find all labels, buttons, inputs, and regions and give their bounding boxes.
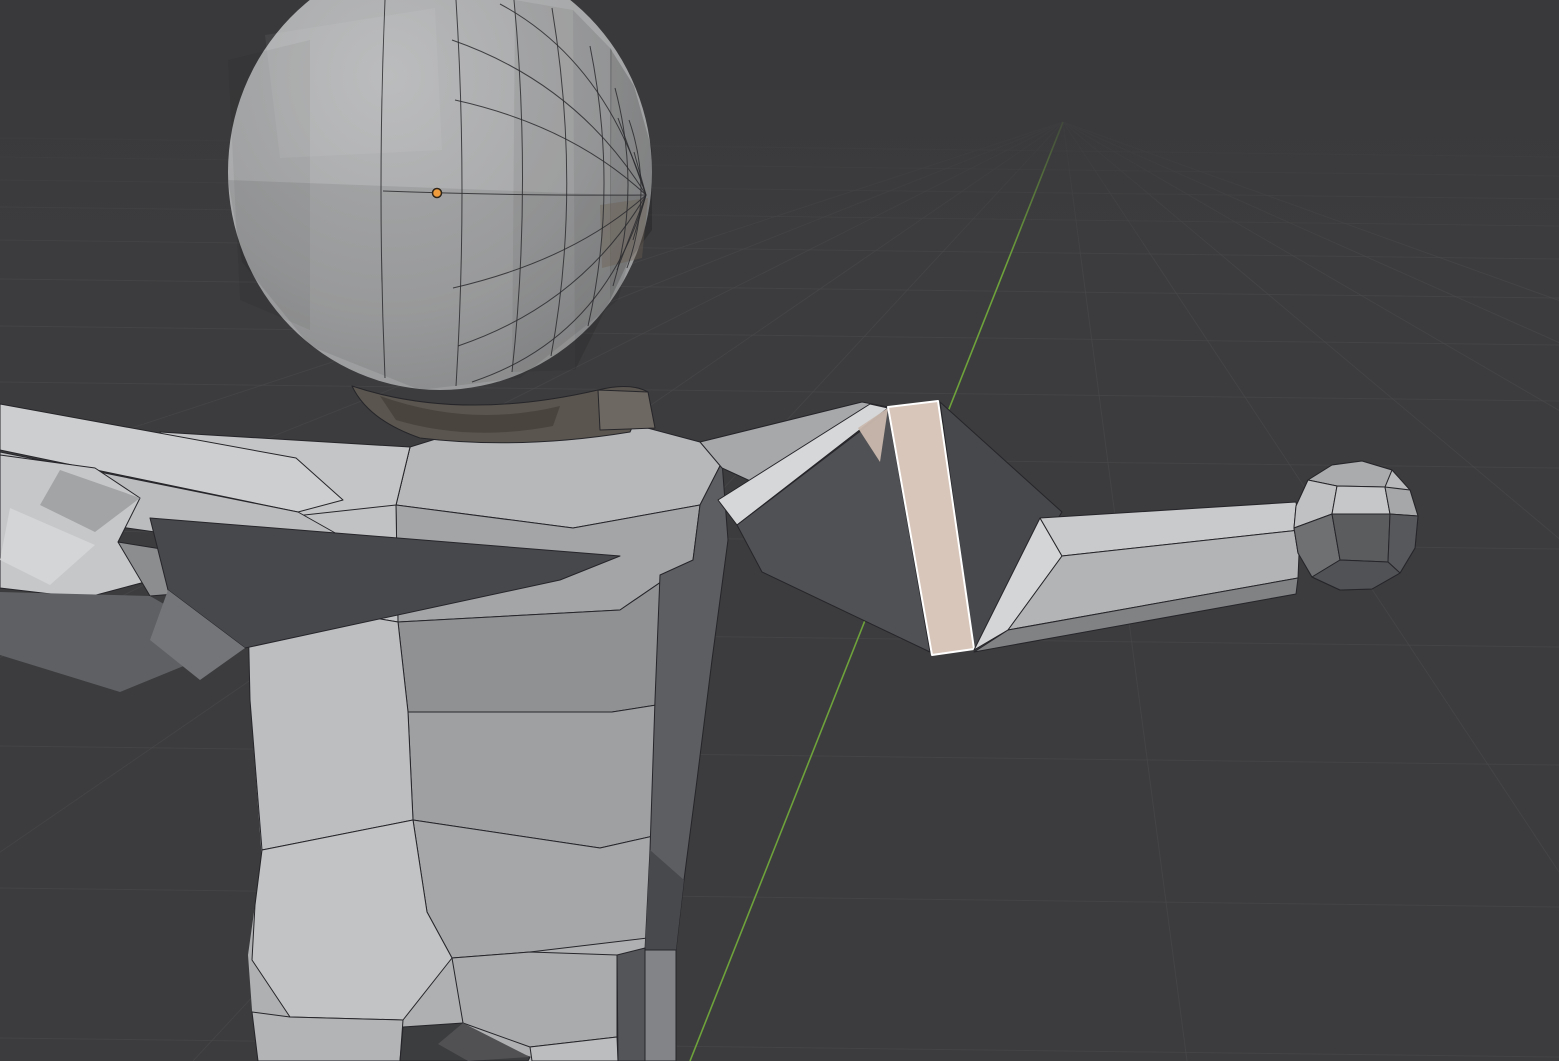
origin-dot <box>433 189 442 198</box>
viewport-canvas[interactable] <box>0 0 1559 1061</box>
viewport-3d[interactable] <box>0 0 1559 1061</box>
ball-hand-mesh[interactable] <box>1294 461 1418 590</box>
